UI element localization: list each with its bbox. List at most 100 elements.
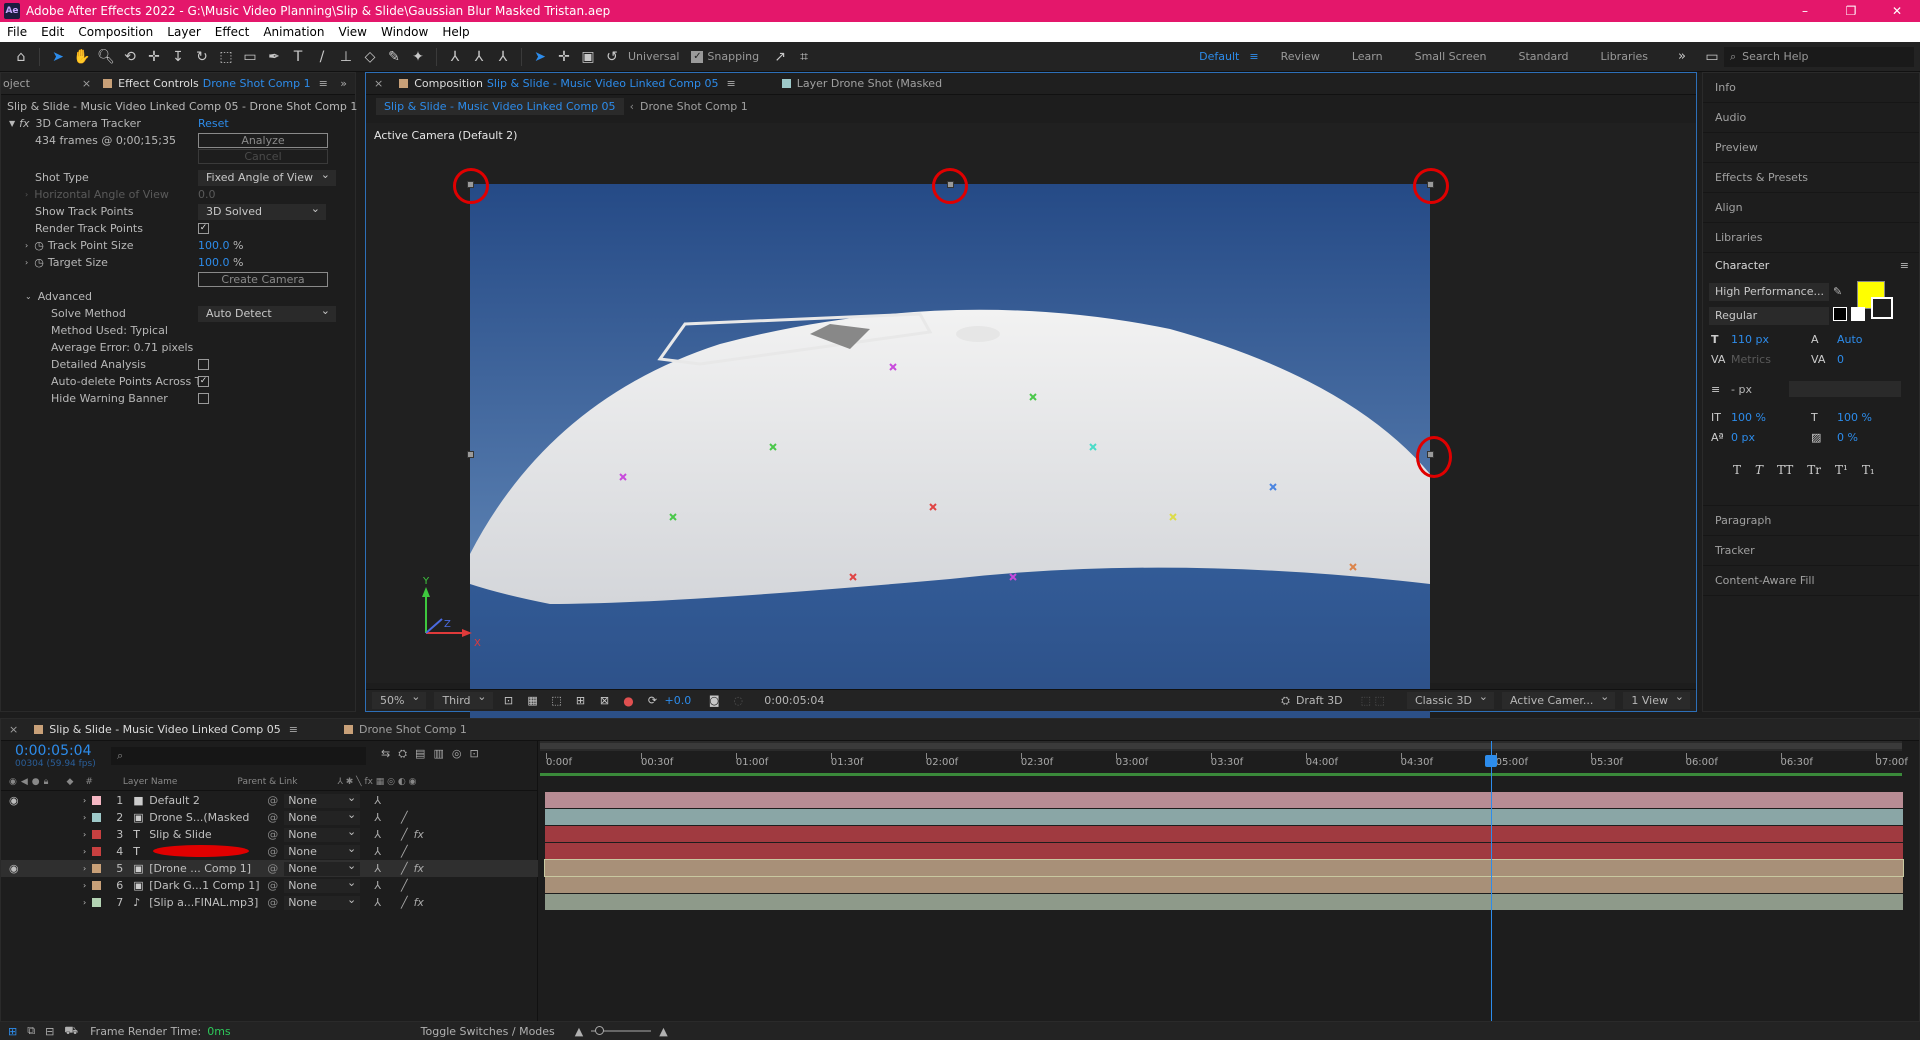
clone-stamp-tool-icon[interactable]: ⊥ — [335, 46, 357, 68]
camera-snapshot-icon[interactable]: ◙ — [703, 690, 725, 712]
tracking-value[interactable]: 0 — [1837, 353, 1844, 366]
comp-subtab-main[interactable]: Slip & Slide - Music Video Linked Comp 0… — [376, 97, 624, 115]
zoom-slider-thumb[interactable] — [595, 1026, 605, 1035]
panel-content-aware-fill[interactable]: Content-Aware Fill — [1703, 566, 1919, 596]
maximize-button[interactable]: ❐ — [1828, 0, 1874, 22]
pen-tool-icon[interactable]: ✒ — [263, 46, 285, 68]
layer-duration-bar[interactable] — [545, 877, 1903, 893]
zoom-tool-icon[interactable]: 🔍︎ — [95, 46, 117, 68]
faux-bold-button[interactable]: T — [1733, 463, 1741, 477]
render-time-icon[interactable]: ⛟ — [64, 1024, 78, 1039]
draft-3d-label[interactable]: Draft 3D — [1296, 694, 1343, 707]
panel-menu-icon[interactable]: ≡ — [726, 77, 735, 90]
layer-duration-bar[interactable] — [545, 809, 1903, 825]
leading-value[interactable]: Auto — [1837, 333, 1863, 346]
tab-close-icon[interactable]: × — [78, 77, 95, 90]
disclosure-triangle-icon[interactable]: › — [83, 864, 86, 873]
snapshot-region-icon[interactable]: ⊡ — [498, 690, 520, 712]
layer-label-swatch[interactable] — [92, 847, 102, 856]
layer-duration-bar[interactable] — [545, 826, 1903, 842]
fx-switch-icon[interactable]: fx — [414, 896, 424, 909]
stopwatch-icon[interactable]: ◷ — [34, 256, 44, 269]
menu-help[interactable]: Help — [435, 25, 476, 39]
draft-3d-icon[interactable]: ⛭ — [1281, 694, 1290, 708]
quality-switch-icon[interactable]: ╱ — [401, 896, 408, 909]
shot-type-dropdown[interactable]: Fixed Angle of View — [198, 167, 336, 186]
shy-switch-icon[interactable]: ⅄ — [374, 879, 381, 892]
zoom-out-icon[interactable]: ▲ — [575, 1025, 583, 1038]
layer-label-swatch[interactable] — [92, 864, 102, 873]
home-icon[interactable]: ⌂ — [10, 46, 32, 68]
render-track-checkbox[interactable]: ✓ — [198, 223, 209, 234]
parent-dropdown[interactable]: None ⌄ — [284, 825, 361, 842]
layer-duration-bar[interactable] — [545, 792, 1903, 808]
menu-edit[interactable]: Edit — [34, 25, 71, 39]
parent-dropdown[interactable]: None ⌄ — [284, 842, 361, 859]
cancel-button[interactable]: Cancel — [198, 149, 328, 164]
stopwatch-icon[interactable]: ◷ — [34, 239, 44, 252]
layer-duration-bar[interactable] — [544, 859, 1904, 877]
workspace-small-screen[interactable]: Small Screen — [1399, 50, 1503, 63]
layer-switches-icon[interactable]: ⊞ — [8, 1025, 17, 1038]
viewer-frame[interactable] — [470, 184, 1430, 724]
universal-select-icon[interactable]: ➤ — [529, 46, 551, 68]
menu-view[interactable]: View — [332, 25, 374, 39]
stroke-width-value[interactable]: - px — [1731, 383, 1752, 396]
disclosure-triangle-icon[interactable]: › — [83, 881, 86, 890]
move-gizmo-icon[interactable]: ✛ — [553, 46, 575, 68]
snap-features-icon[interactable]: ⌗ — [793, 46, 815, 68]
layer-name[interactable]: [Slip a...FINAL.mp3] — [149, 896, 259, 909]
visibility-eye-icon[interactable]: ◉ — [9, 794, 21, 807]
current-time-display[interactable]: 0:00:05:04 — [15, 743, 92, 759]
resolution-dropdown[interactable]: Third — [434, 690, 493, 709]
panel-audio[interactable]: Audio — [1703, 103, 1919, 133]
vertical-scale-value[interactable]: 100 % — [1731, 411, 1766, 424]
menu-effect[interactable]: Effect — [208, 25, 257, 39]
layer-label-swatch[interactable] — [92, 813, 102, 822]
effect-row-3d-camera-tracker[interactable]: ▼ fx 3D Camera Tracker — [9, 115, 141, 132]
fx-switch-icon[interactable]: fx — [414, 862, 424, 875]
camera-view-dropdown[interactable]: Active Camer... — [1501, 690, 1616, 709]
display-icon[interactable]: ▭ — [1701, 46, 1723, 68]
stroke-color-swatch[interactable] — [1871, 297, 1893, 319]
pan-tool-icon[interactable]: ✛ — [143, 46, 165, 68]
transparency-grid-icon[interactable]: ▦ — [522, 690, 544, 712]
menu-layer[interactable]: Layer — [160, 25, 207, 39]
disclosure-triangle-icon[interactable]: › — [83, 813, 86, 822]
layer-search-input[interactable]: ⌕ — [111, 747, 366, 765]
zoom-in-icon[interactable]: ▲ — [659, 1025, 667, 1038]
faux-italic-button[interactable]: T — [1755, 463, 1763, 477]
rotate-gizmo-icon[interactable]: ↺ — [601, 46, 623, 68]
rotation-tool-icon[interactable]: ↻ — [191, 46, 213, 68]
tab-layer[interactable]: Layer Drone Shot (Masked — [774, 77, 950, 90]
exposure-reset-icon[interactable]: ⟳ — [642, 690, 664, 712]
close-button[interactable]: ✕ — [1874, 0, 1920, 22]
workspace-overflow-icon[interactable]: » — [1678, 49, 1686, 64]
quality-switch-icon[interactable]: ╱ — [401, 811, 408, 824]
exposure-value[interactable]: +0.0 — [665, 694, 692, 707]
shy-switch-icon[interactable]: ⅄ — [374, 845, 381, 858]
puppet-pin-tool-icon[interactable]: ✦ — [407, 46, 429, 68]
quality-switch-icon[interactable]: ╱ — [401, 828, 408, 841]
track-size-value[interactable]: 100.0 — [198, 239, 230, 252]
tab-close-icon[interactable]: × — [1, 723, 26, 736]
hand-tool-icon[interactable]: ✋ — [71, 46, 93, 68]
disclosure-triangle-icon[interactable]: › — [83, 830, 86, 839]
panel-effects-presets[interactable]: Effects & Presets — [1703, 163, 1919, 193]
fx-switch-icon[interactable]: fx — [414, 828, 424, 841]
layer-row[interactable]: ◉ › 1 ■ Default 2 @ None ⌄ ⅄ — [1, 791, 538, 809]
stroke-type-dropdown[interactable] — [1789, 381, 1901, 397]
pickwhip-icon[interactable]: @ — [267, 811, 278, 824]
mask-visibility-icon[interactable]: ⬚ — [546, 690, 568, 712]
panel-tracker[interactable]: Tracker — [1703, 536, 1919, 566]
comp-subtab-drone[interactable]: Drone Shot Comp 1 — [640, 100, 748, 113]
hide-warning-checkbox[interactable] — [198, 393, 209, 404]
workspace-libraries[interactable]: Libraries — [1585, 50, 1665, 63]
pickwhip-icon[interactable]: @ — [267, 845, 278, 858]
graph-editor-icon[interactable]: ⊡ — [469, 747, 478, 761]
shy-switch-icon[interactable]: ⅄ — [374, 896, 381, 909]
parent-dropdown[interactable]: None ⌄ — [284, 808, 361, 825]
workspace-review[interactable]: Review — [1265, 50, 1336, 63]
snap-edges-icon[interactable]: ↗ — [769, 46, 791, 68]
parent-dropdown[interactable]: None ⌄ — [284, 893, 361, 910]
